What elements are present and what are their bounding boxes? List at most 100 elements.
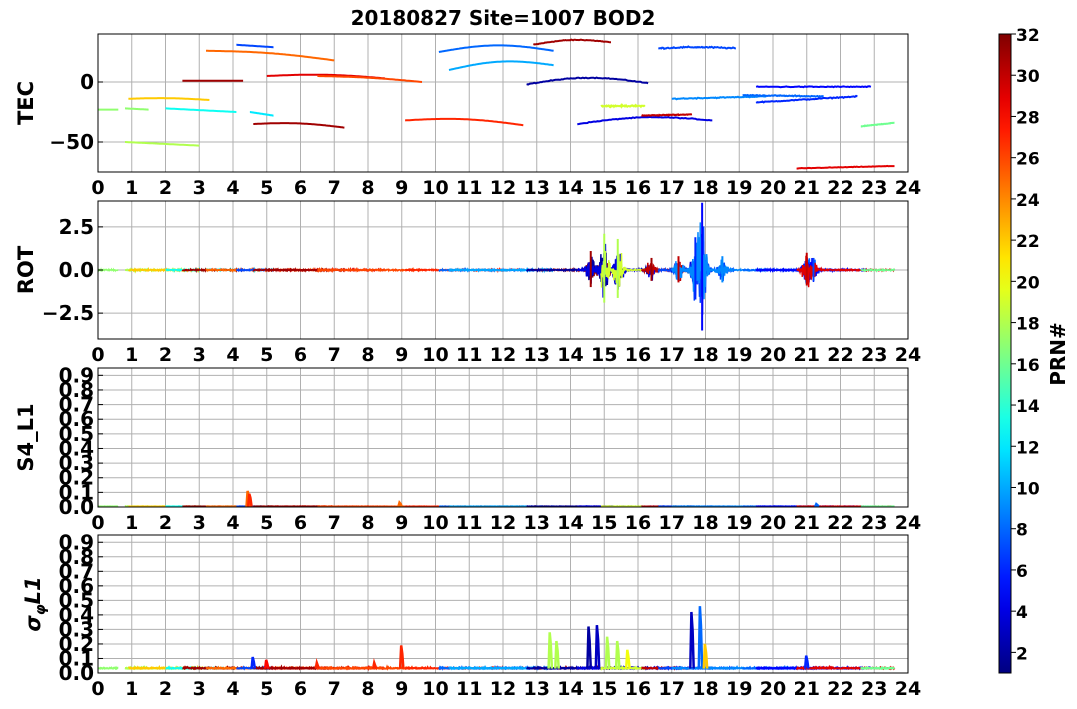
x-tick-label: 20 bbox=[760, 344, 786, 366]
x-tick-label: 9 bbox=[395, 177, 408, 199]
x-tick-label: 6 bbox=[294, 512, 307, 534]
colorbar-gradient bbox=[998, 33, 1012, 674]
x-tick-label: 22 bbox=[827, 512, 853, 534]
y-tick-label: 0 bbox=[80, 70, 94, 94]
x-tick-label: 23 bbox=[861, 678, 887, 700]
x-tick-label: 10 bbox=[422, 678, 448, 700]
x-tick-label: 1 bbox=[125, 678, 138, 700]
tec-track-prn-29 bbox=[796, 164, 895, 170]
x-tick-label: 16 bbox=[625, 344, 651, 366]
x-tick-label: 8 bbox=[361, 678, 374, 700]
s4-y-ticks: 0.00.10.20.30.40.50.60.70.80.9 bbox=[59, 363, 103, 519]
x-tick-label: 0 bbox=[91, 177, 104, 199]
tec-track-prn-30 bbox=[641, 113, 693, 117]
x-tick-label: 11 bbox=[456, 177, 482, 199]
sigma-series-prn-16 bbox=[859, 666, 896, 671]
tec-track-prn-16 bbox=[860, 121, 895, 128]
tec-track-prn-22 bbox=[128, 97, 210, 101]
x-tick-label: 14 bbox=[557, 344, 583, 366]
colorbar-tick-label: 8 bbox=[1016, 521, 1028, 541]
tec-track-prn-13 bbox=[165, 107, 237, 113]
sigma-spike-7 bbox=[586, 626, 593, 669]
x-tick-label: 13 bbox=[524, 177, 550, 199]
x-tick-label: 10 bbox=[422, 344, 448, 366]
colorbar-tick-label: 12 bbox=[1016, 438, 1040, 458]
x-tick-label: 4 bbox=[226, 344, 239, 366]
tec-series bbox=[98, 38, 895, 170]
x-tick-label: 18 bbox=[692, 177, 718, 199]
x-tick-label: 5 bbox=[260, 678, 273, 700]
x-tick-label: 4 bbox=[226, 177, 239, 199]
rot-y-ticks: 2.5 0.0 −2.5 bbox=[42, 215, 103, 325]
x-tick-label: 15 bbox=[591, 678, 617, 700]
x-tick-label: 20 bbox=[760, 177, 786, 199]
x-tick-label: 21 bbox=[794, 512, 820, 534]
x-tick-label: 19 bbox=[726, 177, 752, 199]
x-tick-label: 21 bbox=[794, 177, 820, 199]
x-tick-label: 13 bbox=[524, 344, 550, 366]
x-tick-label: 15 bbox=[591, 177, 617, 199]
sigma-spike-9 bbox=[604, 636, 611, 669]
panel-tec: 0 1 2 3 4 5 6 7 8 9 10 11 12 13 14 15 16 17 18 19 20 21 22 23 24… bbox=[14, 33, 921, 199]
tec-grid bbox=[97, 34, 909, 172]
x-tick-label: 13 bbox=[524, 678, 550, 700]
tec-track-prn-5 bbox=[755, 85, 872, 89]
sigma-spike-13 bbox=[697, 606, 704, 669]
x-tick-label: 24 bbox=[895, 678, 921, 700]
sigma-spike-11 bbox=[624, 649, 631, 669]
x-tick-label: 24 bbox=[895, 512, 921, 534]
x-tick-label: 11 bbox=[456, 344, 482, 366]
s4-grid bbox=[97, 368, 909, 508]
x-tick-label: 16 bbox=[625, 678, 651, 700]
x-tick-label: 3 bbox=[193, 678, 206, 700]
x-tick-label: 7 bbox=[328, 177, 341, 199]
x-tick-label: 8 bbox=[361, 177, 374, 199]
colorbar-tick-label: 28 bbox=[1016, 108, 1040, 128]
x-tick-label: 16 bbox=[625, 177, 651, 199]
x-tick-label: 5 bbox=[260, 177, 273, 199]
tec-track-prn-2 bbox=[526, 76, 649, 86]
x-tick-label: 19 bbox=[726, 512, 752, 534]
colorbar-tick-label: 4 bbox=[1016, 603, 1028, 623]
rot-x-ticks: 0 1 2 3 4 5 6 7 8 9 10 11 12 13 14 15 16 17 18 19 20 21 22 23 24 bbox=[91, 344, 921, 366]
tec-x-ticks: 0 1 2 3 4 5 6 7 8 9 10 11 12 13 14 15 16 17 18 19 20 21 22 23 24 bbox=[91, 177, 921, 199]
x-tick-label: 16 bbox=[625, 512, 651, 534]
x-tick-label: 12 bbox=[490, 678, 516, 700]
colorbar-tick-label: 6 bbox=[1016, 562, 1028, 582]
x-tick-label: 9 bbox=[395, 512, 408, 534]
rot-series bbox=[98, 202, 896, 331]
x-tick-label: 19 bbox=[726, 344, 752, 366]
colorbar-tick-label: 14 bbox=[1016, 397, 1040, 417]
x-tick-label: 2 bbox=[159, 678, 172, 700]
x-tick-label: 21 bbox=[794, 678, 820, 700]
sigma-series-prn-19 bbox=[599, 665, 646, 671]
tec-track-prn-4 bbox=[577, 115, 713, 126]
x-tick-label: 6 bbox=[294, 678, 307, 700]
rot-ylabel: ROT bbox=[14, 245, 38, 294]
rot-series-prn-9 bbox=[671, 222, 767, 300]
sigma-series bbox=[98, 606, 896, 671]
tec-track-prn-17 bbox=[125, 107, 149, 111]
x-tick-label: 14 bbox=[557, 177, 583, 199]
sigma-spike-5 bbox=[547, 632, 554, 669]
rot-series-prn-16 bbox=[860, 267, 896, 273]
x-tick-label: 18 bbox=[692, 678, 718, 700]
x-tick-label: 17 bbox=[659, 177, 685, 199]
colorbar-tick-label: 30 bbox=[1016, 67, 1040, 87]
x-tick-label: 8 bbox=[361, 344, 374, 366]
sigma-ylabel: σφL1 bbox=[21, 576, 49, 631]
x-tick-label: 17 bbox=[659, 512, 685, 534]
x-tick-label: 23 bbox=[861, 512, 887, 534]
sigma-y-ticks: 0.00.10.20.30.40.50.60.70.80.9 bbox=[59, 530, 103, 685]
x-tick-label: 3 bbox=[193, 512, 206, 534]
tec-y-ticks: 0 −50 bbox=[49, 70, 103, 154]
tec-track-prn-7 bbox=[658, 45, 737, 51]
sigma-spike-6 bbox=[554, 640, 560, 669]
sigma-spike-8 bbox=[594, 624, 601, 669]
x-tick-label: 11 bbox=[456, 512, 482, 534]
sigma-spike-2 bbox=[314, 658, 321, 670]
x-tick-label: 9 bbox=[395, 678, 408, 700]
x-tick-label: 7 bbox=[328, 344, 341, 366]
tec-track-prn-19 bbox=[600, 102, 646, 109]
colorbar-tick-label: 20 bbox=[1016, 273, 1040, 293]
